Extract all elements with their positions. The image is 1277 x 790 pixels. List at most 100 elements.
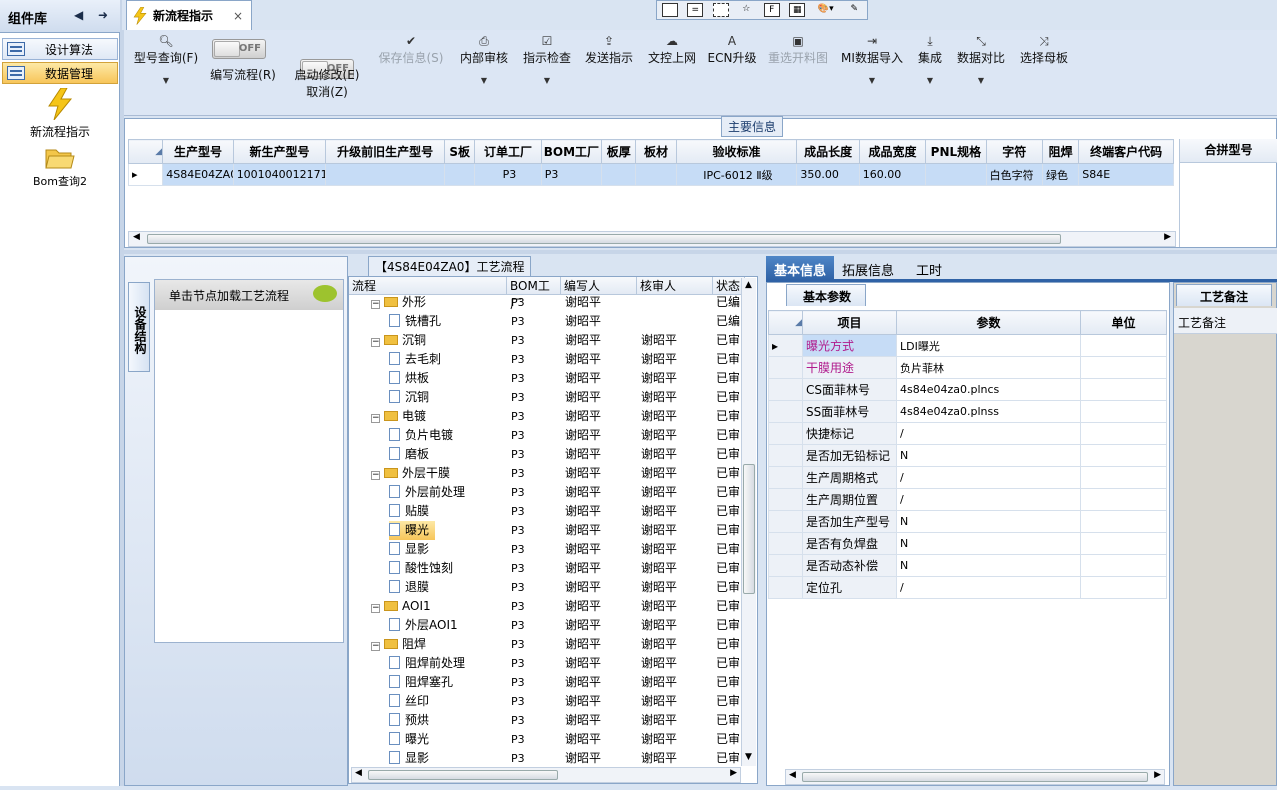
reselect-drawing-button[interactable]: ▣ 重选开料图 [764, 33, 832, 66]
tab-extended-info[interactable]: 拓展信息 [834, 256, 902, 280]
tab-process-remark[interactable]: 工艺备注 [1176, 284, 1272, 306]
chevron-down-icon[interactable]: ▼ [912, 76, 948, 85]
param-row[interactable]: 快捷标记 / [768, 422, 1167, 445]
data-compare-button[interactable]: ⤡ 数据对比 ▼ [954, 33, 1008, 85]
column-header[interactable]: 板材 [635, 139, 677, 164]
column-header[interactable]: PNL规格 [925, 139, 987, 164]
tree-row[interactable]: 铣槽孔 P3 谢昭平 已编 [349, 312, 744, 331]
process-hscrollbar[interactable]: ◀ ▶ [351, 767, 741, 783]
param-row[interactable]: 定位孔 / [768, 576, 1167, 599]
tree-row[interactable]: − 外形 P3 谢昭平 已编 [349, 293, 744, 312]
chevron-down-icon[interactable]: ▼ [456, 76, 512, 85]
table-cell[interactable]: 4S84E04ZA0 [162, 163, 234, 186]
column-header[interactable]: 单位 [1080, 310, 1167, 335]
tree-row[interactable]: 贴膜 P3 谢昭平 谢昭平 已审 [349, 502, 744, 521]
param-row[interactable]: 是否动态补偿 N [768, 554, 1167, 577]
column-header[interactable]: 参数 [896, 310, 1081, 335]
row-selector[interactable] [768, 554, 803, 577]
param-value[interactable]: LDI曝光 [896, 334, 1081, 357]
tree-row[interactable]: 烘板 P3 谢昭平 谢昭平 已审 [349, 369, 744, 388]
row-selector[interactable] [768, 576, 803, 599]
tree-row[interactable]: 曝光 P3 谢昭平 谢昭平 已审 [349, 521, 744, 540]
tree-row[interactable]: 外层AOI1 P3 谢昭平 谢昭平 已审 [349, 616, 744, 635]
param-row[interactable]: SS面菲林号 4s84e04za0.plnss [768, 400, 1167, 423]
table-cell[interactable]: P3 [540, 163, 603, 186]
param-unit[interactable] [1080, 378, 1167, 401]
tab-basic-params[interactable]: 基本参数 [786, 284, 866, 306]
table-cell[interactable]: 绿色 [1041, 163, 1080, 186]
tree-row[interactable]: 曝光 P3 谢昭平 谢昭平 已审 [349, 730, 744, 749]
scroll-left-icon[interactable]: ◀ [133, 232, 140, 242]
param-row[interactable]: 是否有负焊盘 N [768, 532, 1167, 555]
collapse-icon[interactable]: − [371, 642, 380, 651]
column-header[interactable]: 验收标准 [675, 139, 798, 164]
tree-row[interactable]: 去毛刺 P3 谢昭平 谢昭平 已审 [349, 350, 744, 369]
doc-upload-button[interactable]: ☁ 文控上网 [644, 33, 700, 66]
palette-dropdown-icon[interactable]: 🎨▾ [815, 3, 837, 17]
table-cell[interactable] [444, 163, 476, 186]
param-unit[interactable] [1080, 334, 1167, 357]
column-header[interactable]: 阻焊 [1041, 139, 1080, 164]
row-selector[interactable] [768, 378, 803, 401]
tree-row[interactable]: 酸性蚀刻 P3 谢昭平 谢昭平 已审 [349, 559, 744, 578]
row-selector[interactable] [768, 444, 803, 467]
table-cell[interactable] [925, 163, 987, 186]
collapse-icon[interactable]: − [371, 604, 380, 613]
table-row[interactable]: ▸ 4S84E04ZA0 10010400121711 P3 P3 IPC-60… [127, 163, 1174, 186]
table-cell[interactable]: 白色字符 [985, 163, 1043, 186]
row-selector[interactable] [768, 356, 803, 379]
horizontal-splitter[interactable] [124, 250, 1277, 254]
tree-row[interactable]: − 阻焊 P3 谢昭平 谢昭平 已审 [349, 635, 744, 654]
column-header[interactable]: 字符 [985, 139, 1043, 164]
process-vscrollbar[interactable]: ▲ ▼ [741, 278, 756, 766]
tree-row[interactable]: 磨板 P3 谢昭平 谢昭平 已审 [349, 445, 744, 464]
row-pointer-icon[interactable]: ▸ [768, 334, 803, 357]
param-value[interactable]: / [896, 488, 1081, 511]
scroll-thumb[interactable] [147, 234, 1061, 244]
tree-row[interactable]: 显影 P3 谢昭平 谢昭平 已审 [349, 749, 744, 768]
param-row[interactable]: 生产周期位置 / [768, 488, 1167, 511]
tree-row[interactable]: 阻焊前处理 P3 谢昭平 谢昭平 已审 [349, 654, 744, 673]
param-value[interactable]: / [896, 576, 1081, 599]
scroll-right-icon[interactable]: ▶ [1154, 770, 1161, 780]
param-row[interactable]: 是否加生产型号 N [768, 510, 1167, 533]
tree-row[interactable]: 预烘 P3 谢昭平 谢昭平 已审 [349, 711, 744, 730]
param-value[interactable]: / [896, 466, 1081, 489]
tree-row[interactable]: 丝印 P3 谢昭平 谢昭平 已审 [349, 692, 744, 711]
param-row[interactable]: 干膜用途 负片菲林 [768, 356, 1167, 379]
save-info-button[interactable]: ✔ 保存信息(S) [374, 33, 448, 66]
scroll-right-icon[interactable]: ▶ [730, 768, 737, 778]
row-selector[interactable] [768, 422, 803, 445]
model-query-button[interactable]: 🔍︎ 型号查询(F) ▼ [130, 33, 202, 85]
ecn-upgrade-button[interactable]: A ECN升级 [706, 33, 758, 66]
row-selector[interactable] [768, 510, 803, 533]
star-outline-icon[interactable]: ☆ [738, 3, 754, 17]
scroll-left-icon[interactable]: ◀ [355, 768, 362, 778]
column-header[interactable]: S板 [444, 139, 476, 164]
table-cell[interactable]: S84E [1078, 163, 1174, 186]
param-unit[interactable] [1080, 510, 1167, 533]
internal-review-button[interactable]: ⎙ 内部审核 ▼ [456, 33, 512, 85]
param-value[interactable]: N [896, 444, 1081, 467]
row-selector[interactable] [768, 488, 803, 511]
param-unit[interactable] [1080, 444, 1167, 467]
instruction-check-button[interactable]: ☑ 指示检查 ▼ [520, 33, 574, 85]
integrate-button[interactable]: ⤓ 集成 ▼ [912, 33, 948, 85]
table-cell[interactable] [635, 163, 677, 186]
mi-import-button[interactable]: ⇥ MI数据导入 ▼ [838, 33, 906, 85]
params-hscrollbar[interactable]: ◀ ▶ [785, 769, 1165, 785]
collapse-icon[interactable]: − [371, 414, 380, 423]
layout-single-icon[interactable] [661, 3, 678, 17]
scroll-right-icon[interactable]: ▶ [1164, 232, 1171, 242]
tab-basic-info[interactable]: 基本信息 [766, 256, 835, 280]
tree-row[interactable]: 阻焊塞孔 P3 谢昭平 谢昭平 已审 [349, 673, 744, 692]
select-master-button[interactable]: ⤨ 选择母板 [1016, 33, 1072, 66]
param-value[interactable]: N [896, 554, 1081, 577]
collapse-icon[interactable]: − [371, 471, 380, 480]
bom-query-launcher[interactable]: Bom查询2 [10, 146, 110, 189]
table-cell[interactable] [601, 163, 637, 186]
row-selector-header[interactable]: ◢ [768, 310, 803, 335]
param-unit[interactable] [1080, 466, 1167, 489]
tree-row[interactable]: 退膜 P3 谢昭平 谢昭平 已审 [349, 578, 744, 597]
chevron-down-icon[interactable]: ▼ [838, 76, 906, 85]
